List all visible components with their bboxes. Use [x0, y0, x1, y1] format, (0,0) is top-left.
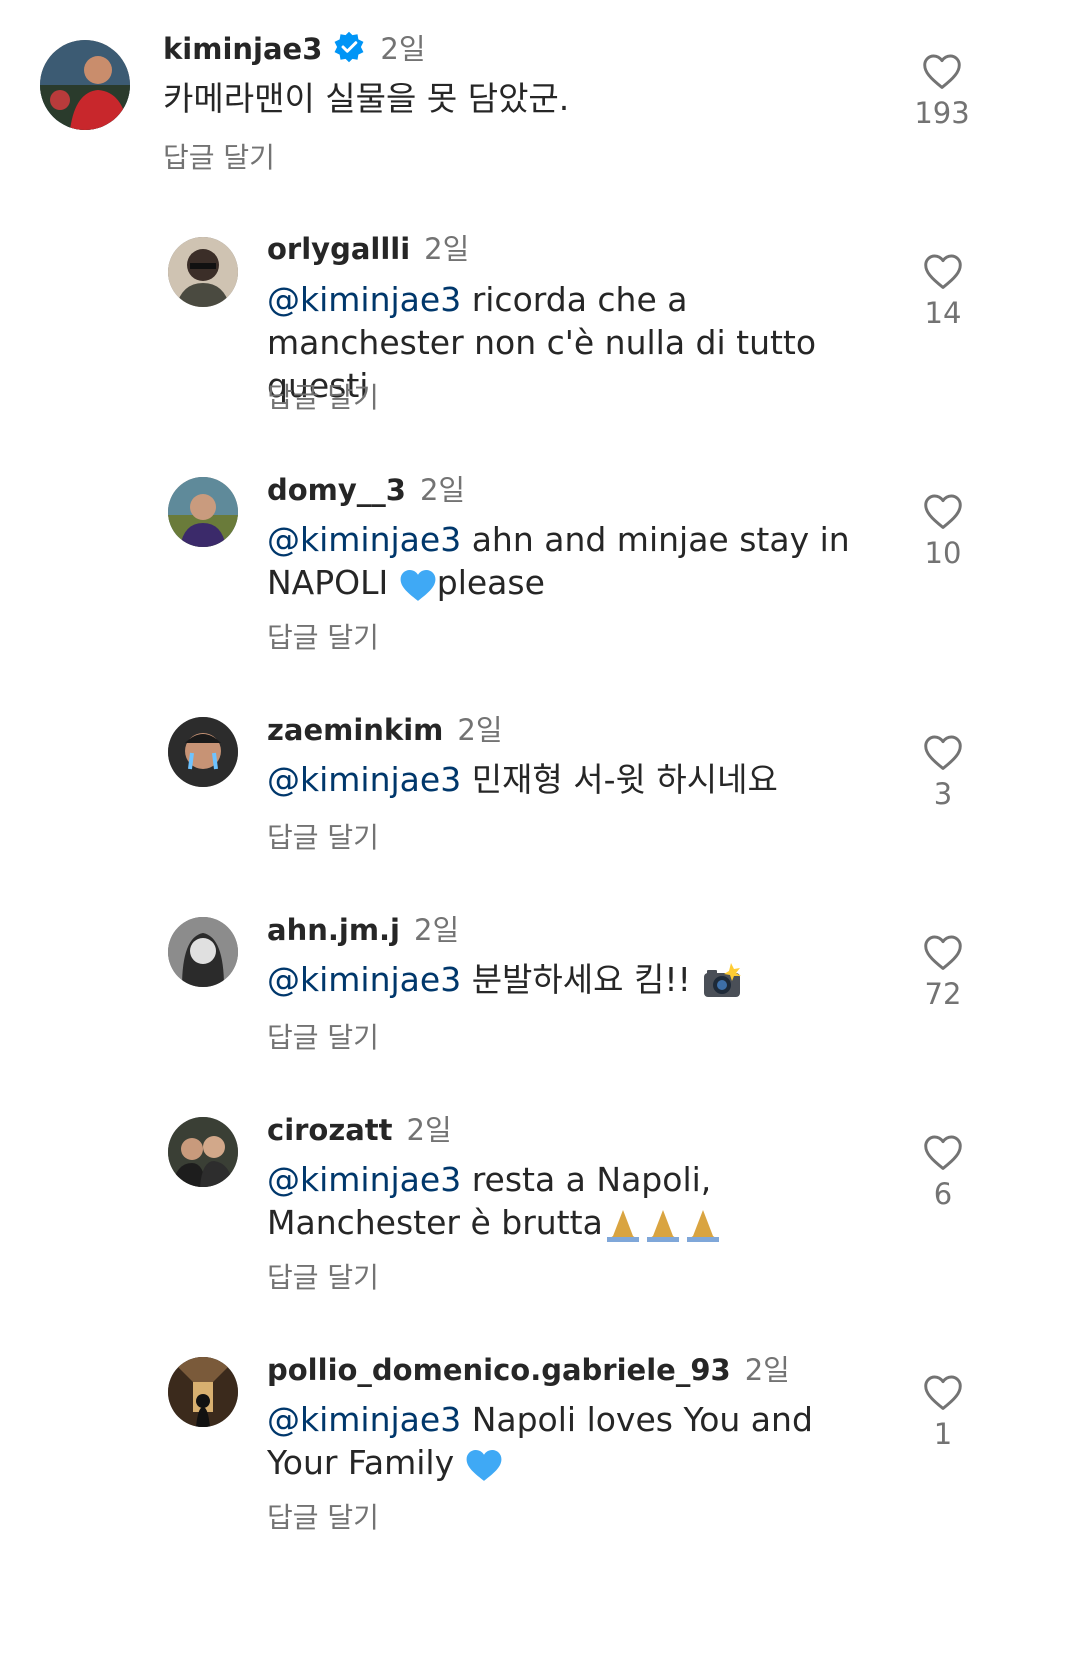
avatar[interactable] [168, 1117, 238, 1187]
heart-icon[interactable] [922, 933, 964, 971]
like-count: 3 [933, 777, 953, 811]
username[interactable]: orlygallli [267, 232, 410, 266]
avatar[interactable] [168, 717, 238, 787]
like-count: 72 [924, 977, 962, 1011]
profile-photo-couple-icon [168, 1117, 238, 1187]
profile-photo-bw-icon [168, 917, 238, 987]
comment-text: @kiminjae3 ahn and minjae stay in NAPOLI… [267, 518, 867, 604]
like-count: 6 [933, 1177, 953, 1211]
reply-button[interactable]: 답글 달기 [267, 1496, 379, 1536]
like-count: 10 [924, 536, 962, 570]
reply-button[interactable]: 답글 달기 [267, 816, 379, 856]
username[interactable]: cirozatt [267, 1113, 393, 1147]
comment-body: 민재형 서-윗 하시네요 [461, 760, 778, 799]
comment-text: @kiminjae3 Napoli loves You and Your Fam… [267, 1398, 867, 1484]
heart-icon[interactable] [922, 733, 964, 771]
avatar[interactable] [168, 477, 238, 547]
username[interactable]: ahn.jm.j [267, 913, 400, 947]
profile-photo-red-jersey-icon [40, 40, 130, 130]
avatar[interactable] [168, 1357, 238, 1427]
comment-body-end: please [436, 563, 545, 602]
avatar[interactable] [40, 40, 130, 130]
avatar[interactable] [168, 917, 238, 987]
blue-heart-icon [466, 1449, 502, 1481]
username[interactable]: kiminjae3 [163, 32, 322, 66]
heart-icon[interactable] [921, 52, 963, 90]
comment-time: 2일 [744, 1353, 790, 1387]
heart-icon[interactable] [922, 252, 964, 290]
comment-time: 2일 [414, 913, 460, 947]
comment-text: @kiminjae3 분발하세요 킴!! [267, 958, 867, 1001]
mention-link[interactable]: @kiminjae3 [267, 1160, 461, 1199]
camera-flash-icon [704, 962, 742, 997]
reply-button[interactable]: 답글 달기 [267, 1256, 379, 1296]
username[interactable]: domy__3 [267, 473, 406, 507]
profile-photo-hallway-icon [168, 1357, 238, 1427]
comment-text: 카메라맨이 실물을 못 담았군. [163, 77, 863, 120]
comment-text: @kiminjae3 민재형 서-윗 하시네요 [267, 758, 867, 801]
mention-link[interactable]: @kiminjae3 [267, 280, 461, 319]
mention-link[interactable]: @kiminjae3 [267, 960, 461, 999]
profile-photo-landscape-icon [168, 477, 238, 547]
mention-link[interactable]: @kiminjae3 [267, 760, 461, 799]
like-count: 193 [914, 96, 970, 130]
folded-hands-icon [606, 1209, 719, 1242]
username[interactable]: zaeminkim [267, 713, 443, 747]
mention-link[interactable]: @kiminjae3 [267, 520, 461, 559]
heart-icon[interactable] [922, 1133, 964, 1171]
profile-photo-helmet-icon [168, 237, 238, 307]
comment-body: 카메라맨이 실물을 못 담았군. [163, 79, 570, 118]
comment-text: @kiminjae3 resta a Napoli, Manchester è … [267, 1158, 887, 1244]
avatar[interactable] [168, 237, 238, 307]
reply-button[interactable]: 답글 달기 [267, 1016, 379, 1056]
reply-button[interactable]: 답글 달기 [267, 376, 379, 416]
profile-photo-crying-icon [168, 717, 238, 787]
blue-heart-icon [400, 569, 436, 601]
comment-time: 2일 [419, 473, 466, 507]
comment-time: 2일 [406, 1113, 452, 1147]
comment-body: 분발하세요 킴!! [461, 960, 702, 999]
heart-icon[interactable] [922, 492, 964, 530]
reply-button[interactable]: 답글 달기 [163, 136, 275, 176]
like-count: 14 [924, 296, 962, 330]
heart-icon[interactable] [922, 1373, 964, 1411]
reply-button[interactable]: 답글 달기 [267, 616, 379, 656]
verified-badge-icon [334, 31, 364, 63]
mention-link[interactable]: @kiminjae3 [267, 1400, 461, 1439]
comment-time: 2일 [457, 713, 503, 747]
like-count: 1 [933, 1417, 953, 1451]
comment-time: 2일 [380, 32, 426, 66]
comment-time: 2일 [424, 232, 470, 266]
username[interactable]: pollio_domenico.gabriele_93 [267, 1353, 731, 1387]
